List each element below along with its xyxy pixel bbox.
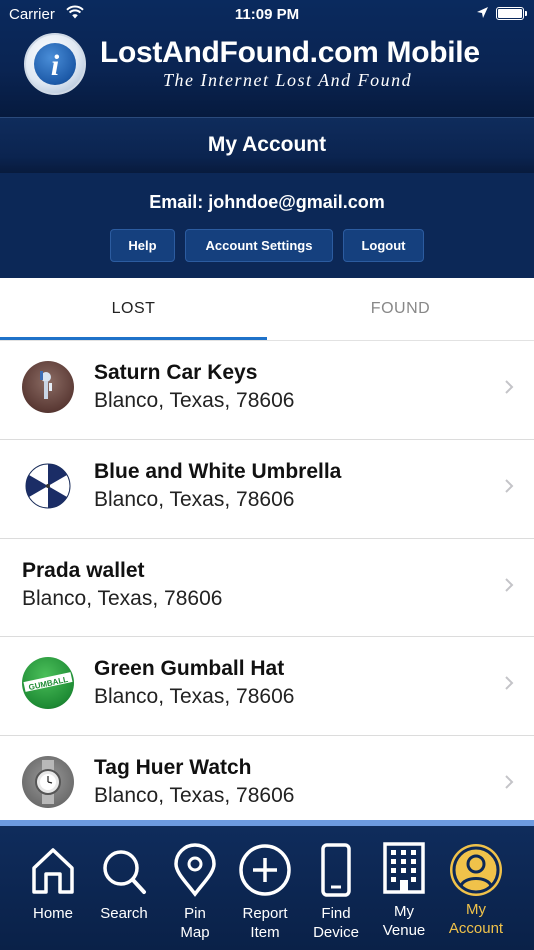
tab-my-venue[interactable]: My Venue — [370, 842, 438, 940]
battery-icon — [496, 7, 527, 20]
segment-tabs: LOST FOUND — [0, 278, 534, 341]
tab-find-device-label: Find Device — [313, 905, 359, 941]
tab-found[interactable]: FOUND — [267, 278, 534, 341]
account-email: Email: johndoe@gmail.com — [149, 192, 385, 212]
item-name: Prada wallet — [22, 558, 145, 582]
item-name: Tag Huer Watch — [94, 756, 252, 780]
brand-subtitle: The Internet Lost And Found — [163, 70, 413, 90]
logo-icon: i — [24, 33, 86, 95]
account-section: Email: johndoe@gmail.com Help Account Se… — [0, 173, 534, 278]
status-bar: Carrier 11:09 PM — [0, 0, 534, 28]
tab-pin-map-label: Pin Map — [180, 905, 210, 941]
item-location: Blanco, Texas, 78606 — [94, 389, 295, 412]
brand-title: LostAndFound.com Mobile — [100, 36, 480, 69]
tab-search-label: Search — [100, 905, 148, 922]
app-header: Carrier 11:09 PM i LostAndFound.com Mobi… — [0, 0, 534, 117]
home-icon — [32, 848, 74, 894]
item-name: Blue and White Umbrella — [94, 459, 342, 483]
tab-search[interactable]: Search — [90, 842, 158, 923]
help-button[interactable]: Help — [110, 229, 175, 262]
account-settings-button[interactable]: Account Settings — [185, 229, 333, 262]
lost-items-list: Saturn Car Keys Blanco, Texas, 78606 Blu… — [0, 341, 534, 835]
watch-icon — [22, 756, 74, 809]
logout-button[interactable]: Logout — [343, 229, 424, 262]
item-name: Saturn Car Keys — [94, 361, 258, 384]
logo-letter: i — [50, 49, 60, 82]
user-circle-icon — [450, 844, 502, 896]
car-keys-icon — [22, 361, 74, 413]
list-item[interactable]: Saturn Car Keys Blanco, Texas, 78606 — [0, 341, 534, 440]
item-name: Green Gumball Hat — [94, 657, 285, 681]
building-icon — [383, 842, 425, 894]
chevron-right-icon — [505, 775, 514, 789]
umbrella-icon — [22, 459, 74, 512]
list-item[interactable]: Prada wallet Blanco, Texas, 78606 — [0, 538, 534, 638]
status-time: 11:09 PM — [234, 6, 300, 23]
location-arrow-icon — [476, 6, 489, 23]
tab-find-device[interactable]: Find Device — [302, 842, 370, 942]
tab-home-label: Home — [32, 905, 73, 922]
page-title: My Account — [207, 133, 327, 156]
page-title-bar: My Account — [0, 117, 534, 173]
chevron-right-icon — [505, 479, 514, 493]
item-location: Blanco, Texas, 78606 — [94, 784, 295, 808]
chevron-right-icon — [505, 380, 514, 394]
phone-icon — [321, 843, 351, 897]
tab-my-account-label: My Account — [448, 901, 504, 937]
gumball-hat-icon: GUMBALL — [22, 657, 74, 710]
tab-report-item[interactable]: Report Item — [231, 842, 299, 942]
tab-my-venue-label: My Venue — [382, 903, 426, 939]
list-item[interactable]: Blue and White Umbrella Blanco, Texas, 7… — [0, 439, 534, 539]
search-icon — [103, 850, 146, 894]
map-pin-icon — [174, 843, 216, 897]
item-location: Blanco, Texas, 78606 — [94, 487, 295, 511]
chevron-right-icon — [505, 676, 514, 691]
tab-indicator — [0, 337, 267, 340]
tab-lost[interactable]: LOST — [0, 278, 267, 341]
bottom-tab-bar: Home Search Pin Map Report Item Find Device… — [0, 820, 534, 950]
tab-my-account[interactable]: My Account — [442, 842, 510, 938]
plus-circle-icon — [239, 844, 291, 896]
tab-report-item-label: Report Item — [242, 905, 288, 941]
item-location: Blanco, Texas, 78606 — [22, 586, 223, 610]
item-location: Blanco, Texas, 78606 — [94, 685, 295, 709]
chevron-right-icon — [505, 577, 514, 592]
list-item[interactable]: GUMBALL Green Gumball Hat Blanco, Texas,… — [0, 637, 534, 737]
tab-home[interactable]: Home — [19, 842, 87, 923]
tab-pin-map[interactable]: Pin Map — [161, 842, 229, 942]
